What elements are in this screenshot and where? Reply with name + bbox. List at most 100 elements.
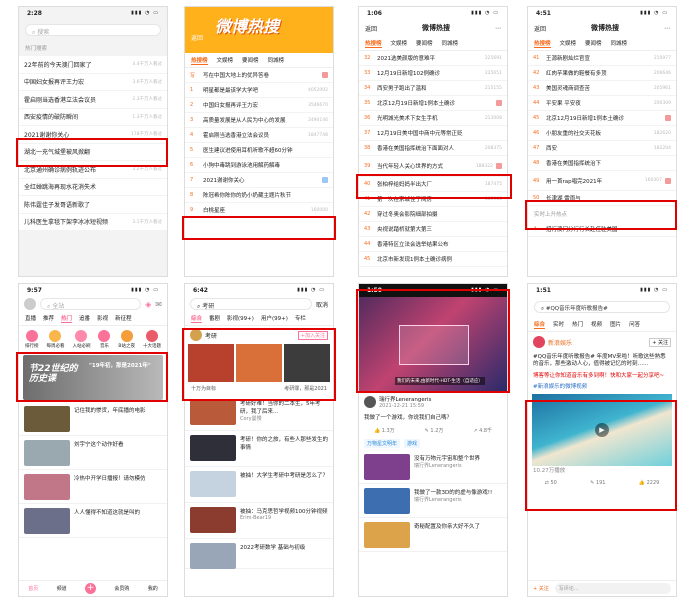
video-thumb[interactable] bbox=[188, 344, 234, 382]
list-item[interactable]: 2021谢谢你关心 178千万人看过 bbox=[19, 126, 167, 144]
list-item[interactable]: 38 香港在美国指挥统治下面面对人 208375 bbox=[359, 141, 507, 156]
tab-local[interactable]: 同城榜 bbox=[442, 39, 459, 47]
tab-home[interactable]: 首页 bbox=[28, 585, 38, 592]
list-item[interactable]: 48 香港在美国指挥统治下 bbox=[528, 156, 676, 171]
tab-anime[interactable]: 追番 bbox=[79, 314, 90, 322]
tab-ent[interactable]: 文娱榜 bbox=[391, 39, 408, 47]
follow-button[interactable]: +加入关注 bbox=[297, 330, 328, 340]
avatar[interactable] bbox=[24, 298, 36, 310]
list-item[interactable]: 43 美国灵魂商调查苦 205961 bbox=[528, 81, 676, 96]
search-input[interactable]: ⌕ #QQ音乐年度听歌报告# bbox=[534, 301, 670, 313]
comment-button[interactable]: ✎ 1.2万 bbox=[425, 427, 444, 434]
avatar[interactable] bbox=[190, 329, 202, 341]
list-item[interactable]: 西安疫情的破防瞬间 1.3千万人看过 bbox=[19, 108, 167, 126]
video-player[interactable]: 我们的未来,由新时代-HDT-生活（自适应） bbox=[359, 297, 507, 391]
list-item[interactable]: 被抽：马克思哲学视频100分钟视频 Erim-Bear19 bbox=[185, 503, 333, 539]
tab-articles[interactable]: 专栏 bbox=[295, 314, 306, 322]
tab-local[interactable]: 同城榜 bbox=[611, 39, 628, 47]
tab-movie[interactable]: 影视 bbox=[97, 314, 108, 322]
list-item[interactable]: 冷热中开学日播报！请勿模仿 bbox=[19, 470, 167, 504]
tag-chip[interactable]: 游戏 bbox=[404, 439, 421, 449]
list-item[interactable]: 7 2021谢谢你关心 bbox=[185, 173, 333, 188]
tag-chip[interactable]: 万物星文明年 bbox=[364, 439, 401, 449]
tab-hot[interactable]: 热搜榜 bbox=[365, 39, 382, 48]
back-button[interactable]: 返回 bbox=[191, 33, 203, 42]
search-input[interactable]: ⌕ 搜索 bbox=[25, 24, 161, 36]
list-item[interactable]: 47 西安 182204 bbox=[528, 141, 676, 156]
list-item[interactable]: 中国妇女报再评王力宏 3.6千万人看过 bbox=[19, 73, 167, 91]
list-item[interactable]: 3 高质量发展是从人民为中心的发展 2490146 bbox=[185, 113, 333, 128]
list-item[interactable]: 陈伟霆佳子发哥语新歌了 bbox=[19, 196, 167, 214]
video-thumb[interactable] bbox=[284, 344, 330, 382]
list-item[interactable]: 32 2021选美颜版的意难平 225691 bbox=[359, 51, 507, 66]
tab-channel[interactable]: 频道 bbox=[57, 585, 67, 592]
cancel-button[interactable]: 取消 bbox=[316, 300, 328, 309]
list-item[interactable]: 5 医生建议进使用耳机听歌不超60分钟 bbox=[185, 143, 333, 158]
list-item[interactable]: 41 王源新剧灿烂官宣 210977 bbox=[528, 51, 676, 66]
list-item[interactable]: 42 红肉芋果做的鞋餐有多顶 206646 bbox=[528, 66, 676, 81]
list-item[interactable]: 41 第一次在京城住了间房 185906 bbox=[359, 192, 507, 207]
repost-button[interactable]: ⇄ 50 bbox=[545, 480, 557, 486]
search-input[interactable]: ⌕ 全站 bbox=[40, 298, 142, 310]
list-item[interactable]: 2022考研数学 基础与初级 bbox=[185, 539, 333, 569]
list-item[interactable]: 2 中国妇女报再评王力宏 3546670 bbox=[185, 98, 333, 113]
weekly-entry[interactable]: 每周必看 bbox=[46, 330, 64, 349]
list-item[interactable]: 北京通州确诊病例轨迹公布 3.2千万人看过 bbox=[19, 161, 167, 179]
list-item[interactable]: 36 光明城光美术下女生手机 213008 bbox=[359, 111, 507, 126]
tab-me[interactable]: 我的 bbox=[148, 585, 158, 592]
list-item[interactable]: 44 平安果 平安夜 200309 bbox=[528, 96, 676, 111]
tab-hot[interactable]: 热门 bbox=[61, 314, 73, 323]
rank-entry[interactable]: 排行榜 bbox=[25, 330, 38, 349]
follow-button[interactable]: + 关注 bbox=[649, 337, 671, 347]
follow-bottom-button[interactable]: + 关注 bbox=[533, 585, 549, 592]
list-item[interactable]: 50 长津湖 雷雨与 bbox=[528, 191, 676, 206]
tab-qa[interactable]: 问答 bbox=[629, 320, 640, 328]
tab-ent[interactable]: 文娱榜 bbox=[560, 39, 577, 47]
tab-anime[interactable]: 番剧 bbox=[209, 314, 220, 322]
list-item[interactable]: 46 小朋友重的社交天花板 182620 bbox=[528, 126, 676, 141]
game-icon[interactable]: ◈ bbox=[145, 300, 151, 309]
list-item[interactable]: 39 当代年轻人关心世界的方式 188322 bbox=[359, 156, 507, 177]
more-icon[interactable]: ⋯ bbox=[495, 25, 501, 32]
list-item[interactable]: 1 明星都是最该学大学吧 4052092 bbox=[185, 83, 333, 98]
tab-realtime[interactable]: 实时 bbox=[553, 320, 564, 328]
tab-news[interactable]: 要闻榜 bbox=[242, 56, 259, 64]
list-item[interactable]: 37 12月19日美中国中商中元等常正贬 bbox=[359, 126, 507, 141]
tab-video[interactable]: 视频 bbox=[591, 320, 602, 328]
tab-hot[interactable]: 热门 bbox=[572, 320, 583, 328]
avatar[interactable] bbox=[364, 396, 376, 408]
tab-new[interactable]: 新征程 bbox=[115, 314, 132, 322]
mail-icon[interactable]: ✉ bbox=[155, 300, 162, 309]
list-item[interactable]: 刘宇宁这个动作好看 bbox=[19, 436, 167, 470]
banner-video[interactable]: 节22世纪的历史课 "19年初，那是2021年" bbox=[23, 355, 163, 400]
tab-news[interactable]: 要闻榜 bbox=[585, 39, 602, 47]
list-item[interactable]: 湖北一充气城堡被风掀翻 bbox=[19, 143, 167, 161]
avatar[interactable] bbox=[533, 336, 545, 348]
search-input[interactable]: ⌕ 考研 bbox=[190, 298, 312, 310]
like-button[interactable]: 👍 2229 bbox=[639, 480, 660, 486]
tab-all[interactable]: 综合 bbox=[534, 320, 546, 329]
list-item[interactable]: 42 穿过冬奥会影院细部拍摄 bbox=[359, 207, 507, 222]
like-button[interactable]: 👍 1.3万 bbox=[374, 427, 395, 434]
list-item[interactable]: 33 12月19日新增102例确诊 225651 bbox=[359, 66, 507, 81]
list-item[interactable]: 44 香港特区立法会选举结果公布 bbox=[359, 237, 507, 252]
back-button[interactable]: 返回 bbox=[365, 24, 377, 33]
comment-button[interactable]: ✎ 191 bbox=[590, 480, 605, 486]
list-item[interactable]: 22年前的今天澳门回家了 4.4千万人看过 bbox=[19, 56, 167, 74]
list-item[interactable]: 34 西安男子跑出了温和 215155 bbox=[359, 81, 507, 96]
tab-recommend[interactable]: 推荐 bbox=[43, 314, 54, 322]
list-item[interactable]: 被抽！大学生考研中考研是怎么了？ bbox=[185, 467, 333, 503]
list-item[interactable]: 9 白桃星座 160000 bbox=[185, 203, 333, 218]
bnight-entry[interactable]: B站之夜 bbox=[118, 330, 135, 349]
tab-hot[interactable]: 热搜榜 bbox=[191, 56, 208, 65]
list-item[interactable]: ↑ 招行澳门分行行长赴任驻美国 bbox=[528, 222, 676, 237]
more-icon[interactable]: ⋯ bbox=[664, 25, 670, 32]
play-icon[interactable]: ▶ bbox=[595, 422, 609, 437]
tab-image[interactable]: 图片 bbox=[610, 320, 621, 328]
list-item[interactable]: 8 陈冠希你陈你的奶小奶藏主题片秋节 bbox=[185, 188, 333, 203]
tab-live[interactable]: 直播 bbox=[25, 314, 36, 322]
tab-movie[interactable]: 影视(99+) bbox=[227, 314, 254, 322]
tab-hot[interactable]: 热搜榜 bbox=[534, 39, 551, 48]
list-item[interactable]: 49 用一首rap唱完2021年 160307 bbox=[528, 171, 676, 191]
list-item[interactable]: 考研好难！当你的二本生，5年考研，我了后来… Cory曼慢 bbox=[185, 395, 333, 431]
